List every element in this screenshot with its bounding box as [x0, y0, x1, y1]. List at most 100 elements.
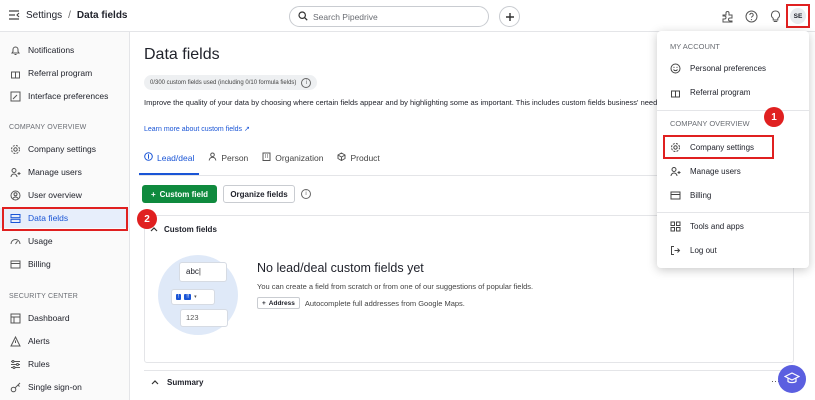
sidebar-item-label: Interface preferences — [28, 91, 109, 101]
sidebar-item-user-overview[interactable]: User overview — [0, 185, 130, 205]
illustration-text-field: abc| — [180, 263, 226, 281]
sidebar-item-alerts[interactable]: Alerts — [0, 331, 130, 351]
fields-icon — [10, 213, 21, 224]
sidebar-item-label: Dashboard — [28, 313, 70, 323]
person-icon — [208, 152, 217, 163]
sidebar-item-single-sign-on[interactable]: Single sign-on — [0, 377, 130, 397]
address-chip-label: Address — [268, 299, 295, 307]
custom-fields-usage: 0/300 custom fields used (including 0/10… — [144, 75, 318, 90]
step-badge-2: 2 — [137, 209, 157, 229]
key-icon — [10, 382, 21, 393]
apps-icon — [670, 221, 681, 232]
tab-label: Lead/deal — [157, 152, 195, 163]
menu-item-manage-users[interactable]: Manage users — [663, 161, 803, 181]
card-icon — [10, 259, 21, 270]
deal-icon — [144, 152, 153, 163]
gauge-icon — [10, 236, 21, 247]
avatar-initials: SE — [790, 8, 806, 24]
page-description: Improve the quality of your data by choo… — [144, 98, 664, 107]
step-badge-1: 1 — [764, 107, 784, 127]
plus-icon: + — [262, 299, 266, 307]
gift-icon — [670, 87, 681, 98]
gift-icon — [10, 68, 21, 79]
tab-person[interactable]: Person — [208, 152, 248, 169]
graduation-cap-icon — [783, 371, 801, 387]
address-suggestion: + Address Autocomplete full addresses fr… — [257, 297, 465, 309]
help-icon[interactable] — [744, 9, 758, 23]
gear-icon — [10, 144, 21, 155]
extensions-icon[interactable] — [720, 9, 734, 23]
search-input[interactable]: Search Pipedrive — [289, 6, 489, 27]
sidebar-item-data-fields[interactable]: Data fields — [0, 208, 130, 228]
active-tab-indicator — [139, 173, 199, 175]
dropdown-divider — [657, 110, 809, 111]
menu-item-company-settings[interactable]: Company settings — [663, 137, 803, 157]
building-icon — [262, 152, 271, 163]
alert-icon — [10, 335, 21, 347]
sidebar-item-dashboard[interactable]: Dashboard — [0, 308, 130, 328]
bell-icon — [10, 45, 21, 56]
dashboard-icon — [10, 313, 21, 324]
interface-icon — [10, 91, 21, 102]
address-description: Autocomplete full addresses from Google … — [304, 298, 465, 308]
plus-icon: + — [150, 189, 156, 199]
sidebar-item-manage-users[interactable]: Manage users — [0, 162, 130, 182]
custom-fields-header[interactable]: Custom fields — [150, 225, 217, 234]
organize-fields-button[interactable]: Organize fields — [223, 185, 295, 203]
search-icon — [298, 10, 308, 23]
sidebar-item-interface-preferences[interactable]: Interface preferences — [0, 86, 130, 106]
tab-lead-deal[interactable]: Lead/deal — [144, 152, 194, 169]
info-icon[interactable]: i — [301, 189, 311, 199]
user-circle-icon — [10, 190, 21, 201]
tab-product[interactable]: Product — [337, 152, 380, 169]
breadcrumb-parent[interactable]: Settings — [26, 10, 62, 21]
menu-item-tools-and-apps[interactable]: Tools and apps — [663, 216, 803, 236]
learn-more-link[interactable]: Learn more about custom fields ↗ — [144, 125, 250, 133]
illustration-number-field: 123 — [181, 310, 227, 326]
sidebar-item-label: Notifications — [28, 45, 75, 55]
sidebar-item-usage[interactable]: Usage — [0, 231, 130, 251]
sidebar-item-billing[interactable]: Billing — [0, 254, 130, 274]
summary-section-header[interactable]: Summary — [144, 370, 794, 394]
box-icon — [337, 152, 346, 163]
menu-item-billing[interactable]: Billing — [663, 185, 803, 205]
menu-item-label: Referral program — [690, 87, 751, 97]
entity-tabs: Lead/deal Person Organization Product — [144, 152, 380, 169]
lightbulb-icon[interactable] — [768, 9, 782, 23]
menu-item-personal-preferences[interactable]: Personal preferences — [663, 58, 803, 78]
sidebar-item-label: Single sign-on — [28, 382, 82, 392]
menu-item-label: Billing — [690, 190, 712, 200]
page-title: Data fields — [144, 46, 220, 63]
illustration-toolbar: ! !! ▾ — [172, 290, 214, 304]
add-custom-field-button[interactable]: + Custom field — [142, 185, 217, 203]
tab-organization[interactable]: Organization — [262, 152, 323, 169]
add-address-field-button[interactable]: + Address — [257, 297, 300, 309]
sidebar-item-label: User overview — [28, 190, 82, 200]
quick-add-button[interactable] — [499, 6, 520, 27]
academy-fab-button[interactable] — [778, 365, 806, 393]
top-bar: Settings / Data fields Search Pipedrive … — [0, 0, 815, 32]
info-icon[interactable]: i — [301, 77, 312, 88]
sidebar-item-notifications[interactable]: Notifications — [0, 40, 130, 60]
dropdown-section-my-account: MY ACCOUNT — [670, 42, 720, 51]
collapse-menu-icon[interactable] — [8, 9, 20, 21]
logout-icon — [670, 245, 681, 256]
menu-item-referral-program[interactable]: Referral program — [663, 82, 803, 102]
add-custom-field-label: Custom field — [159, 189, 209, 199]
breadcrumb-separator: / — [68, 9, 71, 21]
sidebar-item-rules[interactable]: Rules — [0, 354, 130, 374]
settings-sidebar: Notifications Referral program Interface… — [0, 32, 130, 400]
plus-icon — [505, 9, 515, 25]
chevron-up-icon — [151, 378, 159, 387]
sidebar-item-company-settings[interactable]: Company settings — [0, 139, 130, 159]
summary-title: Summary — [167, 378, 204, 387]
menu-item-log-out[interactable]: Log out — [663, 240, 803, 260]
learn-more-label: Learn more about custom fields — [144, 126, 243, 133]
illustration-text: abc — [186, 267, 199, 276]
sidebar-item-referral-program[interactable]: Referral program — [0, 63, 130, 83]
account-avatar-button[interactable]: SE — [786, 4, 810, 28]
menu-item-label: Company settings — [690, 142, 755, 152]
empty-state-subtitle: You can create a field from scratch or f… — [257, 282, 534, 291]
tab-label: Product — [350, 152, 380, 163]
menu-item-label: Personal preferences — [690, 63, 767, 73]
